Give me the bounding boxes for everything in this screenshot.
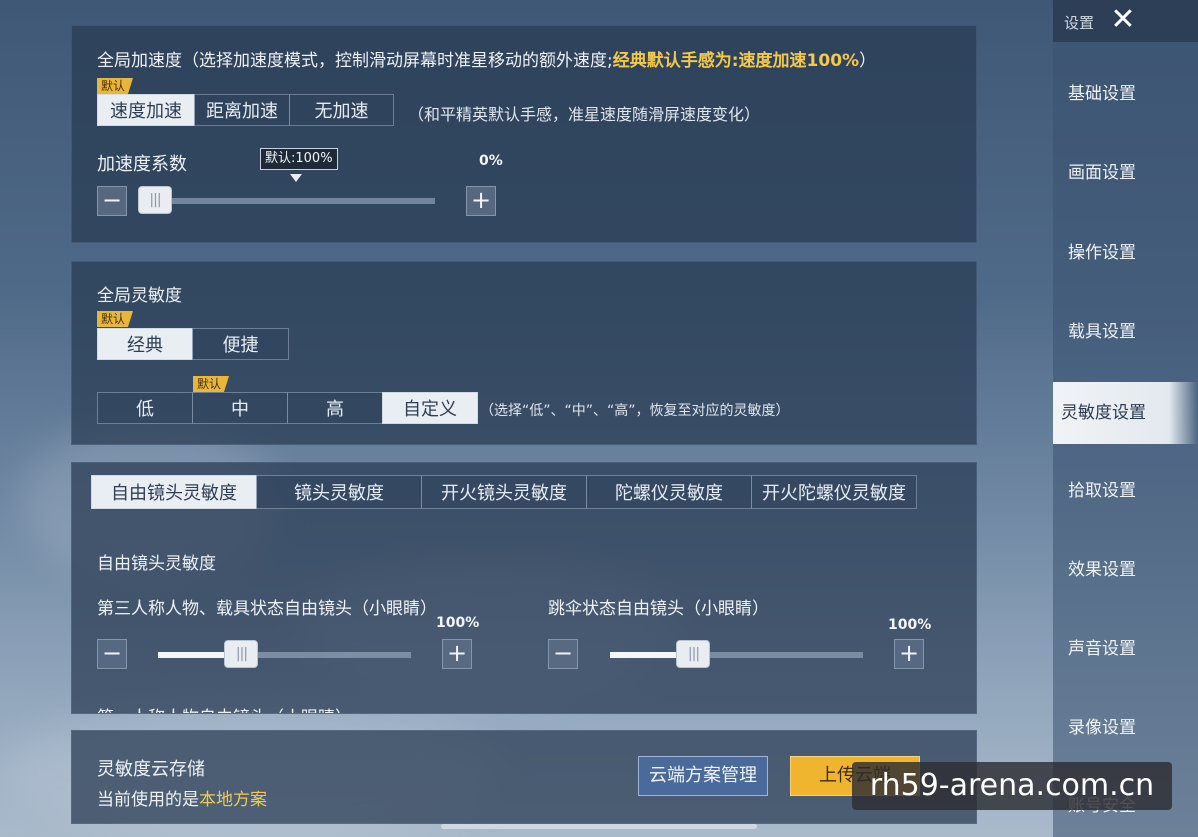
sidebar-item-vehicle[interactable]: 载具设置 [1053,301,1198,363]
mode-speed-accel-button[interactable]: 速度加速 [97,94,195,126]
mode-no-accel-button[interactable]: 无加速 [289,94,394,126]
slider3-label-partial: 第一人称人物自由镜头（小眼睛） [97,703,352,713]
coef-decrease-button[interactable]: − [97,186,127,216]
slider2-thumb[interactable]: ||| [676,640,711,668]
level-custom-button[interactable]: 自定义 [382,392,478,424]
acceleration-panel: 全局加速度（选择加速度模式，控制滑动屏幕时准星移动的额外速度;经典默认手感为:速… [71,25,977,243]
style-convenient-button[interactable]: 便捷 [192,328,289,360]
default-badge: 默认 [97,311,134,327]
default-badge: 默认 [193,376,230,392]
slider1-value: 100% [436,615,480,631]
global-sensitivity-panel: 全局灵敏度 默认 经典 便捷 默认 低 中 高 自定义 （选择“低”、“中”、“… [71,261,977,445]
slider1-thumb[interactable]: ||| [224,640,259,668]
tooltip-arrow-icon [290,174,302,182]
watermark: rh59-arena.com.cn [852,762,1172,810]
sensitivity-level-selector: 低 中 高 自定义 [97,392,478,424]
close-icon[interactable]: ✕ [1105,4,1141,38]
acceleration-mode-selector: 速度加速 距离加速 无加速 [97,94,394,126]
sidebar-header: 设置 ✕ [1053,0,1198,42]
sidebar-item-sound[interactable]: 声音设置 [1053,618,1198,680]
coef-slider-track[interactable] [142,198,435,204]
level-hint: （选择“低”、“中”、“高”，恢复至对应的灵敏度） [480,403,790,419]
mode-hint: （和平精英默认手感，准星速度随滑屏速度变化） [408,105,761,124]
sidebar-item-controls[interactable]: 操作设置 [1053,222,1198,284]
slider1-decrease-button[interactable]: − [97,639,127,669]
coef-increase-button[interactable]: + [466,186,496,216]
tab-free-camera[interactable]: 自由镜头灵敏度 [91,475,257,509]
sidebar-item-recording[interactable]: 录像设置 [1053,697,1198,759]
current-scheme-value: 本地方案 [199,790,267,810]
sensitivity-detail-panel: 自由镜头灵敏度 镜头灵敏度 开火镜头灵敏度 陀螺仪灵敏度 开火陀螺仪灵敏度 自由… [71,462,977,714]
scroll-indicator[interactable] [441,824,757,829]
sidebar-item-basic[interactable]: 基础设置 [1053,63,1198,125]
global-sensitivity-title: 全局灵敏度 [97,286,182,306]
mode-distance-accel-button[interactable]: 距离加速 [194,94,290,126]
tab-gyroscope[interactable]: 陀螺仪灵敏度 [586,475,752,509]
level-high-button[interactable]: 高 [287,392,383,424]
slider2-increase-button[interactable]: + [894,639,924,669]
coef-slider-thumb[interactable]: ||| [138,186,172,214]
sidebar-item-sensitivity[interactable]: 灵敏度设置 [1053,382,1198,444]
coef-label: 加速度系数 [97,154,187,175]
default-tooltip: 默认:100% [260,148,338,170]
tab-fire-gyroscope[interactable]: 开火陀螺仪灵敏度 [751,475,917,509]
level-mid-button[interactable]: 中 [192,392,288,424]
cloud-manage-button[interactable]: 云端方案管理 [638,756,768,796]
coef-value: 0% [479,153,503,169]
level-low-button[interactable]: 低 [97,392,193,424]
sidebar-item-graphics[interactable]: 画面设置 [1053,142,1198,204]
acceleration-title: 全局加速度（选择加速度模式，控制滑动屏幕时准星移动的额外速度;经典默认手感为:速… [97,51,877,71]
acceleration-default-note: 经典默认手感为:速度加速100% [612,51,860,71]
default-badge: 默认 [97,78,134,94]
cloud-storage-title: 灵敏度云存储 [97,759,205,780]
slider2-label: 跳伞状态自由镜头（小眼睛） [548,599,769,619]
sidebar-title: 设置 [1064,14,1095,32]
slider2-value: 100% [888,617,932,633]
section-title: 自由镜头灵敏度 [97,554,216,574]
sidebar-item-pickup[interactable]: 拾取设置 [1053,460,1198,522]
sensitivity-tabs: 自由镜头灵敏度 镜头灵敏度 开火镜头灵敏度 陀螺仪灵敏度 开火陀螺仪灵敏度 [91,475,917,509]
style-classic-button[interactable]: 经典 [97,328,193,360]
tab-fire-camera[interactable]: 开火镜头灵敏度 [421,475,587,509]
cloud-storage-panel: 灵敏度云存储 当前使用的是本地方案 云端方案管理 上传云端 [71,730,977,824]
sidebar-item-effects[interactable]: 效果设置 [1053,539,1198,601]
sensitivity-style-selector: 经典 便捷 [97,328,289,360]
current-scheme: 当前使用的是本地方案 [97,790,267,810]
settings-sidebar: 设置 ✕ 基础设置 画面设置 操作设置 载具设置 灵敏度设置 拾取设置 效果设置… [1053,0,1198,837]
slider1-increase-button[interactable]: + [442,639,472,669]
slider1-label: 第三人称人物、载具状态自由镜头（小眼睛） [97,599,437,619]
tab-camera[interactable]: 镜头灵敏度 [256,475,422,509]
slider2-decrease-button[interactable]: − [548,639,578,669]
